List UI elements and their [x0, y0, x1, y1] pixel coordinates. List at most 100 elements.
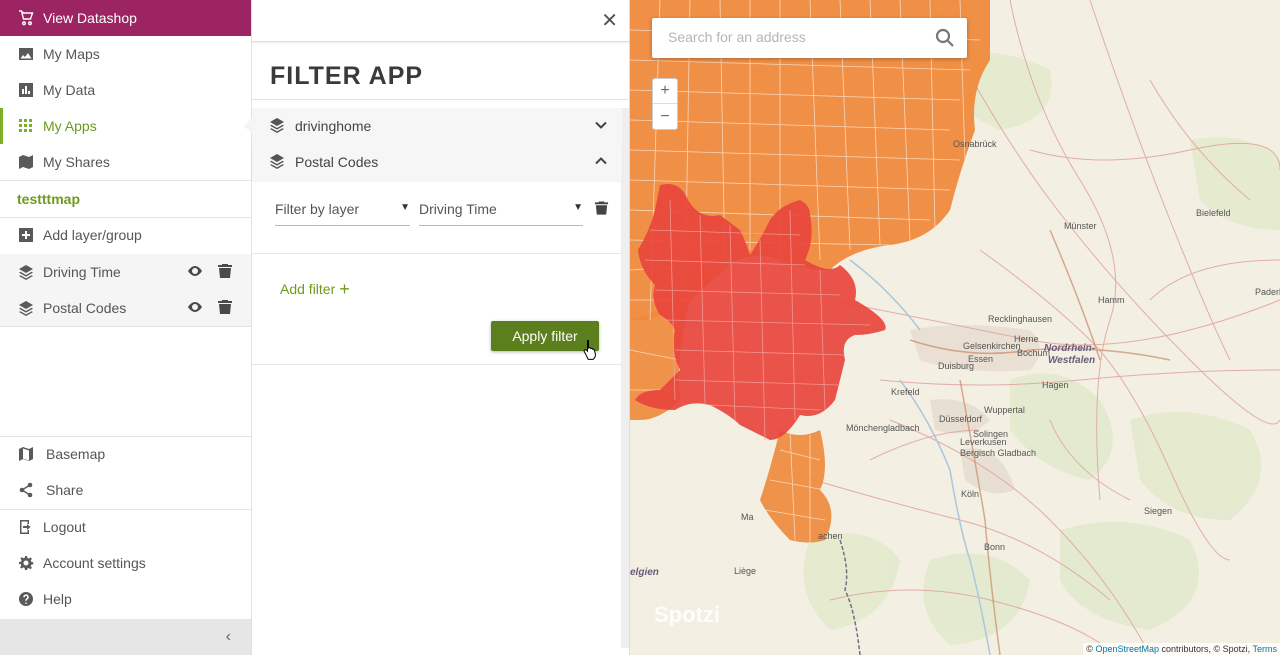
help-label: Help — [43, 591, 72, 607]
layer-driving-time[interactable]: Driving Time — [0, 254, 251, 290]
close-icon[interactable]: ✕ — [601, 8, 618, 33]
zoom-control: + − — [652, 78, 678, 130]
view-datashop-button[interactable]: View Datashop — [0, 0, 251, 36]
nav-my-maps-label: My Maps — [43, 46, 100, 62]
nav-my-shares[interactable]: My Shares — [0, 144, 251, 180]
image-icon — [17, 45, 35, 63]
share-button[interactable]: Share — [0, 472, 251, 508]
account-settings-label: Account settings — [43, 555, 146, 571]
chevron-up-icon[interactable] — [594, 154, 608, 171]
city-label: Bergisch Gladbach — [960, 448, 1037, 458]
sidebar-divider — [0, 326, 251, 327]
panel-scrollbar[interactable] — [621, 108, 629, 648]
city-label: Siegen — [1144, 506, 1173, 516]
map-icon — [17, 445, 35, 463]
eye-icon[interactable] — [187, 263, 203, 282]
section-postal-codes[interactable]: Postal Codes — [252, 144, 622, 180]
terms-link[interactable]: Terms — [1253, 644, 1278, 654]
region-label: elgien — [630, 567, 659, 578]
search-icon[interactable] — [935, 28, 955, 51]
city-label: Paderbo — [1255, 287, 1280, 297]
layer-label: Postal Codes — [43, 300, 127, 316]
city-label: Bonn — [984, 542, 1006, 552]
chevron-down-icon[interactable] — [594, 118, 608, 135]
caret-down-icon: ▼ — [400, 202, 410, 213]
map-name[interactable]: testttmap — [17, 191, 80, 207]
layers-icon — [269, 117, 287, 135]
map-view[interactable]: Osnabrück Bielefeld Münster Hamm Paderbo… — [630, 0, 1280, 655]
basemap-label: Basemap — [46, 446, 106, 462]
add-layer-button[interactable]: Add layer/group — [0, 217, 251, 253]
city-label: Krefeld — [891, 387, 920, 397]
nav-my-maps[interactable]: My Maps — [0, 36, 251, 72]
city-label: Münster — [1064, 221, 1097, 231]
city-label: Duisburg — [938, 361, 975, 371]
trash-icon[interactable] — [217, 299, 233, 318]
city-label: Hagen — [1042, 380, 1069, 390]
attribution-text: contributors, © Spotzi, — [1158, 644, 1253, 654]
share-map-icon — [17, 153, 35, 171]
city-label: Recklinghausen — [988, 314, 1053, 324]
section-label: drivinghome — [295, 118, 372, 134]
add-box-icon — [17, 226, 35, 244]
city-label: Osnabrück — [953, 139, 997, 149]
nav-my-data[interactable]: My Data — [0, 72, 251, 108]
sidebar-divider — [0, 180, 251, 181]
filter-attribute-value: Driving Time — [419, 201, 497, 217]
layers-icon — [269, 153, 287, 171]
filter-attribute-select[interactable]: Driving Time ▼ — [419, 196, 583, 226]
region-label: Nordrhein- — [1044, 343, 1096, 354]
gear-icon — [17, 554, 35, 572]
panel-header-bar: ✕ — [252, 0, 630, 42]
add-filter-label: Add filter — [280, 281, 336, 297]
add-filter-link[interactable]: Add filter + — [280, 278, 350, 299]
region-label: Westfalen — [1048, 355, 1096, 366]
map-attribution: © OpenStreetMap contributors, © Spotzi, … — [1083, 643, 1280, 655]
city-label: Leverkusen — [960, 437, 1007, 447]
panel-divider — [252, 253, 622, 254]
section-drivinghome[interactable]: drivinghome — [252, 108, 622, 144]
filter-layer-select[interactable]: Filter by layer ▼ — [275, 196, 410, 226]
share-label: Share — [46, 482, 84, 498]
nav-my-apps[interactable]: My Apps — [0, 108, 252, 144]
section-label: Postal Codes — [295, 154, 379, 170]
share-icon — [17, 481, 35, 499]
osm-link[interactable]: OpenStreetMap — [1095, 644, 1159, 654]
collapse-sidebar-chevron-icon[interactable]: ‹ — [226, 628, 231, 646]
spotzi-watermark-logo: Spotzi — [654, 602, 720, 627]
logout-icon — [17, 518, 35, 536]
basemap-button[interactable]: Basemap — [0, 436, 251, 472]
basemap-canvas — [630, 0, 1280, 655]
sidebar-footer: ‹ — [0, 619, 251, 655]
help-icon — [17, 590, 35, 608]
zoom-out-button[interactable]: − — [653, 104, 677, 129]
add-layer-label: Add layer/group — [43, 227, 142, 243]
filter-app-panel: ✕ FILTER APP drivinghome Postal Codes Fi… — [252, 0, 630, 655]
logout-label: Logout — [43, 519, 86, 535]
sidebar: View Datashop My Maps My Data My Apps My… — [0, 0, 252, 655]
filter-layer-value: Filter by layer — [275, 201, 360, 217]
trash-icon[interactable] — [217, 263, 233, 282]
delete-filter-trash-icon[interactable] — [594, 200, 609, 219]
zoom-in-button[interactable]: + — [653, 79, 677, 104]
city-label: Ma — [741, 512, 754, 522]
city-label: Bielefeld — [1196, 208, 1231, 218]
layers-icon — [17, 263, 35, 281]
plus-icon: + — [339, 279, 350, 299]
account-settings-button[interactable]: Account settings — [0, 545, 251, 581]
nav-my-apps-label: My Apps — [43, 118, 97, 134]
logout-button[interactable]: Logout — [0, 509, 251, 545]
cart-icon — [17, 9, 35, 27]
grid-icon — [17, 117, 35, 135]
help-button[interactable]: Help — [0, 581, 251, 617]
eye-icon[interactable] — [187, 299, 203, 318]
panel-title: FILTER APP — [270, 62, 424, 90]
city-label: achen — [818, 531, 843, 541]
address-search-input[interactable] — [668, 29, 918, 45]
city-label: Köln — [961, 489, 980, 499]
city-label: Gelsenkirchen — [963, 341, 1021, 351]
layer-postal-codes[interactable]: Postal Codes — [0, 290, 251, 326]
bar-chart-icon — [17, 81, 35, 99]
city-label: Düsseldorf — [939, 414, 983, 424]
panel-divider — [252, 364, 622, 365]
